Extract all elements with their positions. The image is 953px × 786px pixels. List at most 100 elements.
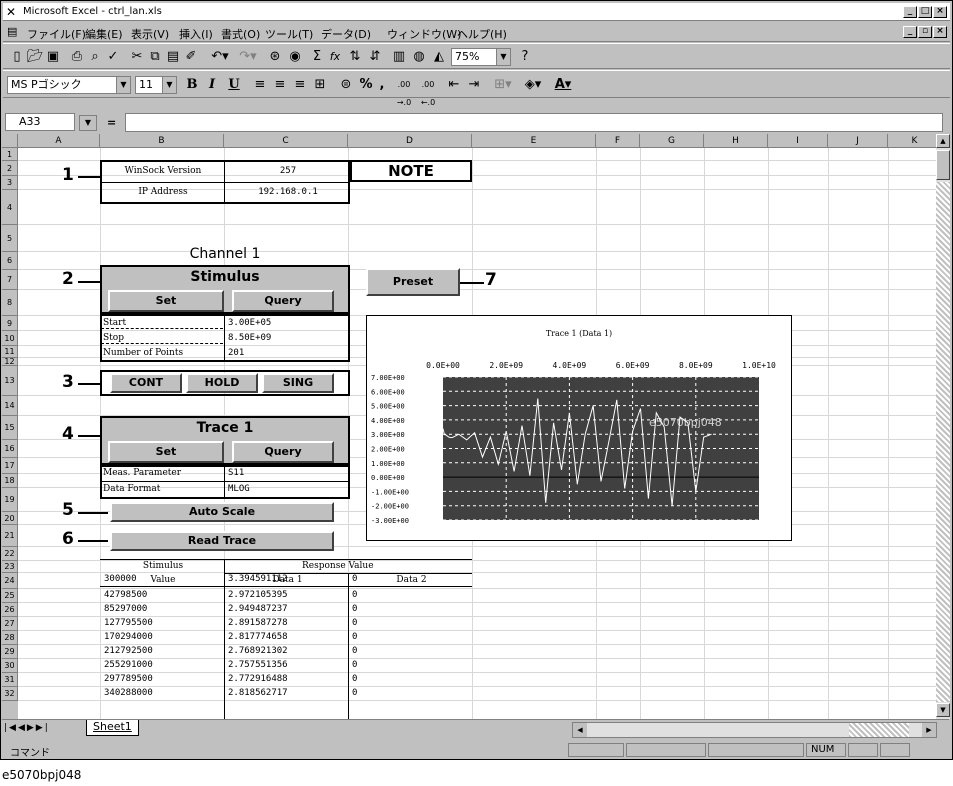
chevron-down-icon[interactable]: ▼: [496, 49, 510, 65]
table-cell-data1[interactable]: 2.817774658: [226, 632, 346, 642]
auto-scale-button[interactable]: Auto Scale: [110, 502, 334, 522]
font-color-icon[interactable]: A▾: [549, 76, 577, 94]
doc-close-icon[interactable]: ×: [933, 26, 947, 38]
stop-value[interactable]: 8.50E+09: [226, 333, 346, 343]
table-cell-data1[interactable]: 2.818562717: [226, 688, 346, 698]
column-header[interactable]: C: [224, 134, 348, 148]
table-cell-data2[interactable]: 0: [350, 590, 470, 600]
row-header[interactable]: 16: [2, 440, 18, 458]
table-cell-data2[interactable]: 0: [350, 646, 470, 656]
help-icon[interactable]: ?: [517, 48, 533, 66]
menu-edit[interactable]: 編集(E): [85, 26, 123, 42]
row-header[interactable]: 15: [2, 416, 18, 440]
read-trace-button[interactable]: Read Trace: [110, 531, 334, 551]
row-header[interactable]: 2: [2, 161, 18, 176]
column-header[interactable]: G: [640, 134, 704, 148]
table-cell-data1[interactable]: 3.394591112: [226, 574, 346, 584]
row-header[interactable]: 27: [2, 617, 18, 631]
tab-sheet1[interactable]: Sheet1: [86, 720, 139, 736]
row-header[interactable]: 22: [2, 547, 18, 561]
row-header[interactable]: 13: [2, 366, 18, 396]
formula-input[interactable]: [125, 113, 943, 132]
chart-wizard-icon[interactable]: ▥: [391, 48, 407, 66]
menu-data[interactable]: データ(D): [321, 26, 371, 42]
align-right-icon[interactable]: ≡: [291, 76, 309, 94]
stimulus-query-button[interactable]: Query: [232, 290, 334, 312]
font-size-select[interactable]: 11 ▼: [135, 76, 177, 94]
row-header[interactable]: 7: [2, 270, 18, 290]
table-cell-data1[interactable]: 2.891587278: [226, 618, 346, 628]
row-header[interactable]: 12: [2, 358, 18, 366]
row-header[interactable]: 32: [2, 687, 18, 701]
row-header[interactable]: 17: [2, 458, 18, 474]
row-header[interactable]: 4: [2, 190, 18, 225]
row-header[interactable]: 24: [2, 573, 18, 589]
table-cell-data2[interactable]: 0: [350, 604, 470, 614]
chevron-down-icon[interactable]: ▼: [116, 77, 130, 93]
tab-nav-icon[interactable]: |◀◀▶▶|: [4, 723, 50, 733]
row-header[interactable]: 9: [2, 316, 18, 331]
cut-icon[interactable]: ✂: [129, 48, 145, 66]
row-header[interactable]: 25: [2, 589, 18, 603]
table-cell-value[interactable]: 127795500: [102, 618, 222, 628]
menu-window[interactable]: ウィンドウ(W): [387, 26, 461, 42]
row-header[interactable]: 5: [2, 225, 18, 252]
vertical-scrollbar[interactable]: ▲ ▼: [936, 134, 950, 719]
menu-file[interactable]: ファイル(F): [27, 26, 86, 42]
print-icon[interactable]: ⎙: [69, 48, 85, 66]
sort-descending-icon[interactable]: ⇵: [367, 48, 383, 66]
scroll-left-icon[interactable]: ◀: [573, 723, 587, 737]
select-all-corner[interactable]: [2, 134, 18, 148]
table-cell-value[interactable]: 42798500: [102, 590, 222, 600]
column-header[interactable]: F: [596, 134, 640, 148]
menu-tools[interactable]: ツール(T): [265, 26, 313, 42]
trace-chart[interactable]: Trace 1 (Data 1) 0.0E+00 2.0E+09 4.0E+09 6.0…: [366, 315, 792, 541]
minimize-icon[interactable]: _: [903, 6, 917, 18]
row-header[interactable]: 20: [2, 512, 18, 525]
table-cell-value[interactable]: 255291000: [102, 660, 222, 670]
ip-value[interactable]: 192.168.0.1: [226, 187, 348, 197]
hyperlink-icon[interactable]: ⊛: [267, 48, 283, 66]
font-name-select[interactable]: MS Pゴシック ▼: [7, 76, 131, 94]
function-icon[interactable]: fx: [327, 48, 343, 66]
scroll-right-icon[interactable]: ▶: [922, 723, 936, 737]
scroll-down-icon[interactable]: ▼: [936, 703, 950, 717]
spelling-icon[interactable]: ✓: [105, 48, 121, 66]
name-dropdown-icon[interactable]: ▼: [79, 115, 97, 131]
decrease-indent-icon[interactable]: ⇤: [445, 76, 463, 94]
horizontal-scrollbar[interactable]: ◀ ▶: [572, 722, 937, 738]
table-cell-data2[interactable]: 0: [350, 632, 470, 642]
table-cell-data2[interactable]: 0: [350, 688, 470, 698]
doc-minimize-icon[interactable]: _: [903, 26, 917, 38]
stimulus-set-button[interactable]: Set: [108, 290, 224, 312]
table-cell-data2[interactable]: 0: [350, 660, 470, 670]
row-header[interactable]: 31: [2, 673, 18, 687]
web-toolbar-icon[interactable]: ◉: [287, 48, 303, 66]
table-cell-data1[interactable]: 2.757551356: [226, 660, 346, 670]
increase-decimal-icon[interactable]: .00 →.0: [393, 76, 415, 107]
menu-help[interactable]: ヘルプ(H): [457, 26, 507, 42]
row-header[interactable]: 10: [2, 331, 18, 346]
menu-view[interactable]: 表示(V): [131, 26, 169, 42]
merge-center-icon[interactable]: ⊞: [311, 76, 329, 94]
table-cell-data1[interactable]: 2.772916488: [226, 674, 346, 684]
menu-format[interactable]: 書式(O): [221, 26, 260, 42]
trace-query-button[interactable]: Query: [232, 441, 334, 463]
sort-ascending-icon[interactable]: ⇅: [347, 48, 363, 66]
underline-button[interactable]: U: [225, 76, 243, 94]
save-icon[interactable]: ▣: [45, 48, 61, 66]
trace-set-button[interactable]: Set: [108, 441, 224, 463]
document-icon[interactable]: ▤: [7, 25, 17, 38]
column-header[interactable]: B: [100, 134, 224, 148]
row-header[interactable]: 28: [2, 631, 18, 645]
zoom-select[interactable]: 75% ▼: [451, 48, 511, 66]
table-cell-data1[interactable]: 2.972105395: [226, 590, 346, 600]
column-header[interactable]: K: [888, 134, 942, 148]
open-icon[interactable]: 📂︎: [27, 48, 44, 66]
fill-color-icon[interactable]: ◈▾: [519, 76, 547, 94]
table-cell-data2[interactable]: 0: [350, 618, 470, 628]
borders-icon[interactable]: ⊞▾: [489, 76, 517, 94]
row-header[interactable]: 29: [2, 645, 18, 659]
column-header[interactable]: D: [348, 134, 472, 148]
row-header[interactable]: 30: [2, 659, 18, 673]
